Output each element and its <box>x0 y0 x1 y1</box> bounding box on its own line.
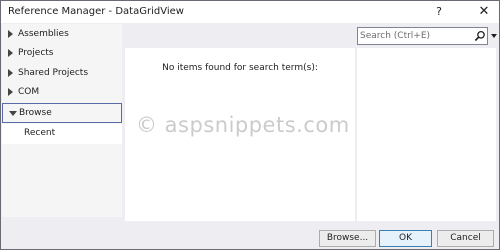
collapse-arrow-icon <box>9 111 17 116</box>
expand-arrow-icon <box>8 30 13 38</box>
search-box <box>357 27 488 45</box>
expand-arrow-icon <box>8 88 13 96</box>
browse-button[interactable]: Browse... <box>319 230 376 247</box>
sidebar-item-label: Assemblies <box>18 29 69 39</box>
ok-button[interactable]: OK <box>379 230 432 247</box>
title-bar: Reference Manager - DataGridView ? ✕ <box>1 1 499 23</box>
sidebar-item-assemblies[interactable]: Assemblies <box>2 25 122 45</box>
window-title: Reference Manager - DataGridView <box>8 6 184 17</box>
search-icon[interactable] <box>474 30 486 42</box>
sidebar-item-com[interactable]: COM <box>2 83 122 103</box>
sidebar-item-label: COM <box>18 87 40 97</box>
chevron-down-icon <box>491 34 497 38</box>
sidebar-item-label: Shared Projects <box>18 68 89 78</box>
cancel-button[interactable]: Cancel <box>437 230 494 247</box>
sidebar-item-label: Projects <box>18 48 54 58</box>
sidebar-item-shared-projects[interactable]: Shared Projects <box>2 64 122 84</box>
expand-arrow-icon <box>8 69 13 77</box>
sidebar-item-recent[interactable]: Recent <box>2 124 122 144</box>
empty-results-message: No items found for search term(s): <box>162 63 318 73</box>
sidebar-item-projects[interactable]: Projects <box>2 44 122 64</box>
search-input[interactable] <box>360 29 470 43</box>
reference-manager-dialog: Reference Manager - DataGridView ? ✕ Ass… <box>0 0 500 250</box>
sidebar-item-label: Recent <box>24 128 56 138</box>
close-button[interactable]: ✕ <box>472 3 496 21</box>
sidebar-item-browse[interactable]: Browse <box>2 103 122 123</box>
results-list: No items found for search term(s): <box>125 48 355 221</box>
search-options-dropdown[interactable] <box>490 27 498 45</box>
sidebar: Assemblies Projects Shared Projects COM … <box>2 24 122 217</box>
details-pane <box>357 48 496 221</box>
expand-arrow-icon <box>8 49 13 57</box>
help-button[interactable]: ? <box>429 3 449 21</box>
sidebar-item-label: Browse <box>19 108 52 118</box>
